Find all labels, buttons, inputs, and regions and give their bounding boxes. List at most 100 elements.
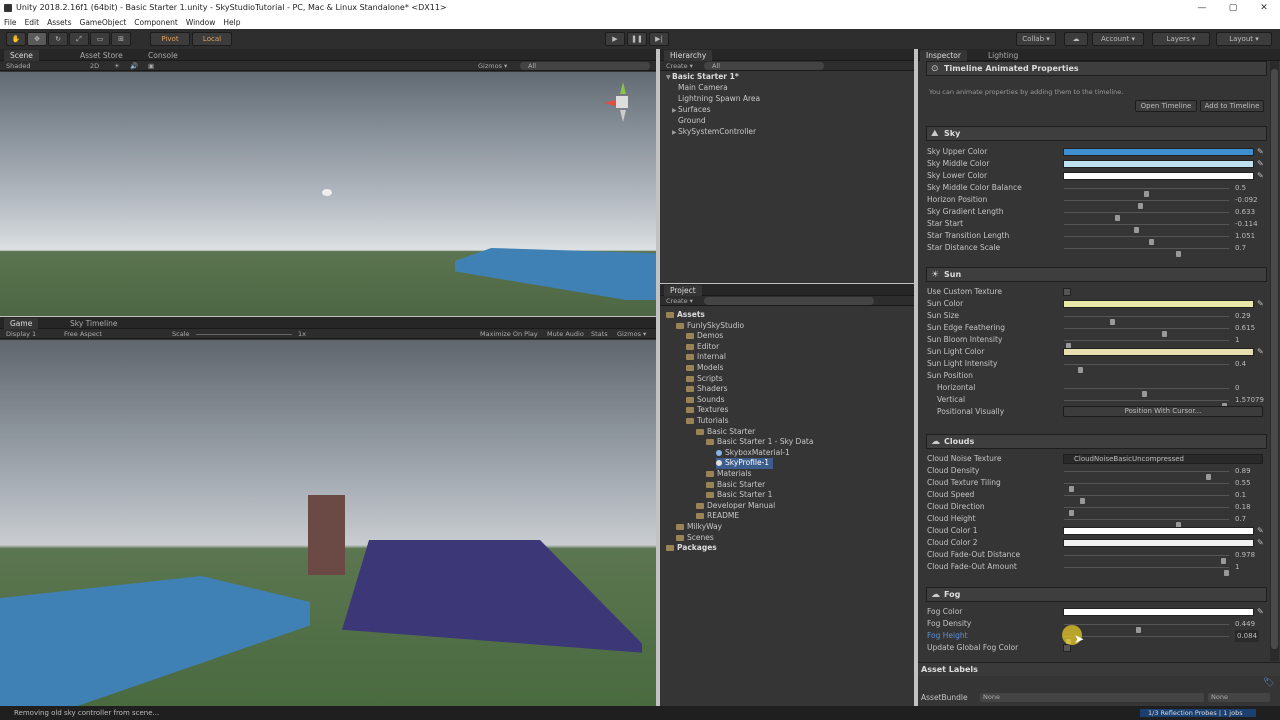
property-value[interactable]: 0.615 bbox=[1235, 322, 1255, 334]
play-icon[interactable]: ▶ bbox=[605, 32, 625, 46]
progress-indicator[interactable]: 1/3 Reflection Probes | 1 jobs bbox=[1140, 709, 1256, 717]
slider-track[interactable] bbox=[1064, 495, 1229, 504]
game-gizmos-dropdown[interactable]: Gizmos ▾ bbox=[617, 329, 646, 339]
property-value[interactable]: -0.092 bbox=[1235, 194, 1258, 206]
slider-knob[interactable] bbox=[1224, 570, 1229, 576]
aspect-dropdown[interactable]: Free Aspect bbox=[64, 329, 102, 339]
property-value[interactable]: 0 bbox=[1235, 382, 1239, 394]
project-tree-item[interactable]: Developer Manual bbox=[696, 501, 775, 512]
add-to-timeline-button[interactable]: Add to Timeline bbox=[1200, 100, 1264, 112]
tag-icon[interactable]: 🏷 bbox=[1263, 679, 1274, 688]
project-tree-item[interactable]: Shaders bbox=[686, 384, 727, 395]
inspector-scrollbar[interactable] bbox=[1270, 61, 1279, 661]
project-tree-item[interactable]: Scripts bbox=[686, 374, 723, 385]
scene-search-input[interactable]: All bbox=[520, 62, 650, 70]
slider-track[interactable] bbox=[1064, 236, 1229, 245]
project-tree-item[interactable]: FunlySkyStudio bbox=[676, 321, 744, 332]
hierarchy-create-dropdown[interactable]: Create ▾ bbox=[666, 61, 693, 71]
property-value[interactable]: 0.4 bbox=[1235, 358, 1246, 370]
layers-dropdown[interactable]: Layers ▾ bbox=[1152, 32, 1210, 46]
property-value[interactable]: 0.978 bbox=[1235, 549, 1255, 561]
project-tree-item[interactable]: Models bbox=[686, 363, 723, 374]
local-toggle[interactable]: Local bbox=[192, 32, 232, 46]
slider-track[interactable] bbox=[1064, 248, 1229, 257]
slider-track[interactable] bbox=[1064, 483, 1229, 492]
property-value[interactable]: -0.114 bbox=[1235, 218, 1258, 230]
property-value[interactable]: 1.051 bbox=[1235, 230, 1255, 242]
maximize-button[interactable]: ▢ bbox=[1218, 0, 1248, 16]
lightning-spawn-icon[interactable] bbox=[322, 189, 332, 196]
account-dropdown[interactable]: Account ▾ bbox=[1092, 32, 1144, 46]
hierarchy-search-input[interactable]: All bbox=[704, 62, 824, 70]
hierarchy-item[interactable]: ▶Surfaces bbox=[672, 105, 710, 117]
clouds-section-header[interactable]: ☁ Clouds bbox=[926, 434, 1267, 449]
slider-track[interactable] bbox=[1064, 388, 1229, 397]
scale-tool-icon[interactable]: ⤢ bbox=[69, 32, 89, 46]
slider-track[interactable] bbox=[1064, 200, 1229, 209]
menu-window[interactable]: Window bbox=[182, 16, 220, 29]
minimize-button[interactable]: — bbox=[1187, 0, 1217, 16]
close-button[interactable]: ✕ bbox=[1249, 0, 1279, 16]
sky-middle-color-swatch[interactable] bbox=[1063, 160, 1254, 168]
transform-tool-icon[interactable]: ⊞ bbox=[111, 32, 131, 46]
position-with-cursor-button[interactable]: Position With Cursor... bbox=[1063, 406, 1263, 417]
project-tree-item[interactable]: Assets bbox=[666, 310, 705, 321]
2d-toggle[interactable]: 2D bbox=[90, 61, 99, 71]
property-value[interactable]: 0.449 bbox=[1235, 618, 1255, 630]
scene-viewport[interactable] bbox=[0, 72, 656, 316]
property-value[interactable]: 0.7 bbox=[1235, 513, 1246, 525]
project-tree-item[interactable]: Basic Starter 1 bbox=[706, 490, 772, 501]
update-fog-checkbox[interactable] bbox=[1063, 644, 1071, 652]
surface-object[interactable] bbox=[455, 248, 656, 300]
cloud-icon[interactable]: ☁ bbox=[1064, 32, 1088, 46]
tab-asset-store[interactable]: Asset Store bbox=[74, 50, 129, 61]
tab-inspector[interactable]: Inspector bbox=[920, 50, 967, 61]
slider-track[interactable] bbox=[1064, 328, 1229, 337]
slider-track[interactable] bbox=[1064, 400, 1229, 409]
project-tree-item[interactable]: Basic Starter 1 - Sky Data bbox=[706, 437, 813, 448]
asset-bundle-dropdown[interactable]: None bbox=[980, 693, 1204, 702]
slider-track[interactable] bbox=[1064, 224, 1229, 233]
project-tree-item[interactable]: Internal bbox=[686, 352, 726, 363]
project-tree-item[interactable]: Editor bbox=[686, 342, 719, 353]
open-timeline-button[interactable]: Open Timeline bbox=[1135, 100, 1197, 112]
hand-tool-icon[interactable]: ✋ bbox=[6, 32, 26, 46]
tab-game[interactable]: Game bbox=[4, 318, 39, 329]
slider-track[interactable] bbox=[1064, 624, 1229, 633]
hierarchy-item[interactable]: Ground bbox=[678, 116, 706, 127]
step-icon[interactable]: ▶| bbox=[649, 32, 669, 46]
property-value[interactable]: 0.7 bbox=[1235, 242, 1246, 254]
sun-section-header[interactable]: ☀ Sun bbox=[926, 267, 1267, 282]
property-value[interactable]: 0.89 bbox=[1235, 465, 1251, 477]
timeline-section-header[interactable]: ⊙ Timeline Animated Properties bbox=[926, 61, 1267, 76]
menu-component[interactable]: Component bbox=[130, 16, 182, 29]
project-tree-item[interactable]: SkyProfile-1 bbox=[716, 458, 774, 469]
slider-track[interactable] bbox=[1064, 507, 1229, 516]
property-value[interactable]: 0.633 bbox=[1235, 206, 1255, 218]
move-tool-icon[interactable]: ✥ bbox=[27, 32, 47, 46]
project-tree-item[interactable]: Demos bbox=[686, 331, 723, 342]
project-tree-item[interactable]: Basic Starter bbox=[706, 480, 765, 491]
slider-track[interactable] bbox=[1064, 364, 1229, 373]
display-dropdown[interactable]: Display 1 bbox=[6, 329, 36, 339]
property-value[interactable]: 0.1 bbox=[1235, 489, 1246, 501]
eyedropper-icon[interactable]: ✎ bbox=[1257, 299, 1265, 309]
slider-track[interactable] bbox=[1064, 316, 1229, 325]
project-create-dropdown[interactable]: Create ▾ bbox=[666, 296, 693, 306]
eyedropper-icon[interactable]: ✎ bbox=[1257, 171, 1265, 181]
eyedropper-icon[interactable]: ✎ bbox=[1257, 607, 1265, 617]
eyedropper-icon[interactable]: ✎ bbox=[1257, 538, 1265, 548]
project-search-input[interactable] bbox=[704, 297, 874, 305]
property-value[interactable]: 1 bbox=[1235, 334, 1239, 346]
game-viewport[interactable] bbox=[0, 340, 656, 706]
gizmos-dropdown[interactable]: Gizmos ▾ bbox=[478, 61, 507, 71]
fog-color-swatch[interactable] bbox=[1063, 608, 1254, 616]
property-value[interactable]: 0.18 bbox=[1235, 501, 1251, 513]
project-tree-item[interactable]: MilkyWay bbox=[676, 522, 722, 533]
project-tree-item[interactable]: Tutorials bbox=[686, 416, 728, 427]
cloud-color2-swatch[interactable] bbox=[1063, 539, 1254, 547]
rect-tool-icon[interactable]: ▭ bbox=[90, 32, 110, 46]
sky-section-header[interactable]: ⛰ Sky bbox=[926, 126, 1267, 141]
fog-section-header[interactable]: ☁ Fog bbox=[926, 587, 1267, 602]
project-tree-item[interactable]: Basic Starter bbox=[696, 427, 755, 438]
